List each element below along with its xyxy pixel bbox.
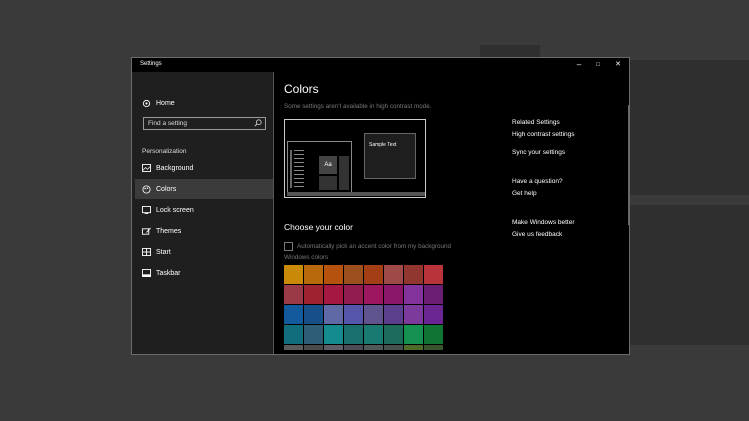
sidebar-item-start[interactable]: Start xyxy=(135,242,273,262)
color-swatch[interactable] xyxy=(384,305,403,324)
preview-sample-window: Sample Text xyxy=(364,133,416,179)
page-title: Colors xyxy=(284,82,319,96)
sidebar-item-home[interactable]: Home xyxy=(135,93,273,113)
sidebar: Home Find a setting Personalization Back… xyxy=(132,72,273,354)
search-input[interactable]: Find a setting xyxy=(143,117,266,130)
color-swatch[interactable] xyxy=(424,305,443,324)
color-swatch[interactable] xyxy=(324,265,343,284)
sidebar-item-background[interactable]: Background xyxy=(135,158,273,178)
color-swatch[interactable] xyxy=(324,285,343,304)
color-swatch[interactable] xyxy=(284,345,303,350)
search-icon xyxy=(254,119,262,131)
close-button[interactable]: ✕ xyxy=(608,58,628,72)
color-swatch[interactable] xyxy=(404,285,423,304)
sidebar-item-label: Start xyxy=(156,248,171,256)
start-icon xyxy=(141,247,151,257)
color-swatch[interactable] xyxy=(404,345,423,350)
color-swatch[interactable] xyxy=(384,345,403,350)
get-help-link[interactable]: Get help xyxy=(512,190,537,197)
sidebar-item-label: Background xyxy=(156,164,194,172)
feedback-heading: Make Windows better xyxy=(512,219,575,226)
desktop-logo-pane xyxy=(630,205,749,345)
brush-icon xyxy=(141,226,151,236)
preview-taskbar xyxy=(287,192,425,196)
color-swatch[interactable] xyxy=(304,325,323,344)
color-swatch[interactable] xyxy=(304,265,323,284)
color-swatch[interactable] xyxy=(364,265,383,284)
color-swatch[interactable] xyxy=(364,305,383,324)
preview-sample-text: Sample Text xyxy=(369,142,397,148)
color-swatch[interactable] xyxy=(344,265,363,284)
sidebar-item-label: Colors xyxy=(156,185,177,193)
sidebar-item-label: Home xyxy=(156,99,175,107)
sidebar-item-taskbar[interactable]: Taskbar xyxy=(135,263,273,283)
sidebar-item-label: Taskbar xyxy=(156,269,181,277)
color-swatch[interactable] xyxy=(284,265,303,284)
sidebar-item-lock-screen[interactable]: Lock screen xyxy=(135,200,273,220)
palette-icon xyxy=(141,184,151,194)
color-preview: Aa Sample Text xyxy=(284,119,426,198)
taskbar-icon xyxy=(141,268,151,278)
color-swatch[interactable] xyxy=(364,325,383,344)
color-swatch[interactable] xyxy=(304,305,323,324)
window-title: Settings xyxy=(140,61,162,67)
sidebar-item-themes[interactable]: Themes xyxy=(135,221,273,241)
color-swatch[interactable] xyxy=(324,305,343,324)
minimize-button[interactable]: – xyxy=(569,58,589,72)
give-feedback-link[interactable]: Give us feedback xyxy=(512,231,562,238)
color-swatch[interactable] xyxy=(284,325,303,344)
windows-colors-label: Windows colors xyxy=(284,254,329,261)
title-bar[interactable]: Settings – □ ✕ xyxy=(132,58,629,72)
high-contrast-link[interactable]: High contrast settings xyxy=(512,131,575,138)
related-settings-heading: Related Settings xyxy=(512,119,560,126)
lock-screen-icon xyxy=(141,205,151,215)
color-swatch[interactable] xyxy=(424,285,443,304)
desktop-logo-pane xyxy=(480,45,540,57)
sidebar-item-label: Themes xyxy=(156,227,182,235)
desktop-logo-pane xyxy=(630,60,749,195)
auto-accent-label: Automatically pick an accent color from … xyxy=(297,243,451,250)
sync-settings-link[interactable]: Sync your settings xyxy=(512,149,565,156)
color-swatch[interactable] xyxy=(384,325,403,344)
color-swatch[interactable] xyxy=(404,325,423,344)
color-swatch[interactable] xyxy=(284,305,303,324)
color-swatch[interactable] xyxy=(384,285,403,304)
sidebar-item-label: Lock screen xyxy=(156,206,194,214)
section-heading: Personalization xyxy=(142,148,187,155)
color-swatch[interactable] xyxy=(324,325,343,344)
choose-color-heading: Choose your color xyxy=(284,222,353,232)
color-swatch[interactable] xyxy=(344,345,363,350)
scrollbar[interactable] xyxy=(628,105,629,225)
preview-start-menu: Aa xyxy=(287,141,352,194)
maximize-button[interactable]: □ xyxy=(588,58,608,72)
color-swatch[interactable] xyxy=(344,305,363,324)
color-swatch[interactable] xyxy=(344,325,363,344)
color-swatch[interactable] xyxy=(304,345,323,350)
contrast-note: Some settings aren't available in high c… xyxy=(284,103,432,110)
auto-accent-checkbox[interactable] xyxy=(284,242,293,251)
color-swatch[interactable] xyxy=(324,345,343,350)
color-swatch[interactable] xyxy=(404,265,423,284)
color-swatch[interactable] xyxy=(424,345,443,350)
sidebar-item-colors[interactable]: Colors xyxy=(135,179,273,199)
image-icon xyxy=(141,163,151,173)
settings-window: Settings – □ ✕ Home Find a setting Perso… xyxy=(131,57,630,355)
question-heading: Have a question? xyxy=(512,178,563,185)
color-swatch[interactable] xyxy=(284,285,303,304)
color-swatch[interactable] xyxy=(364,285,383,304)
color-swatch[interactable] xyxy=(424,325,443,344)
color-swatch[interactable] xyxy=(344,285,363,304)
color-swatch[interactable] xyxy=(384,265,403,284)
color-swatch[interactable] xyxy=(404,305,423,324)
main-pane: Colors Some settings aren't available in… xyxy=(274,72,629,354)
preview-aa: Aa xyxy=(319,156,337,174)
gear-icon xyxy=(141,98,151,108)
search-placeholder: Find a setting xyxy=(148,120,188,127)
color-swatch[interactable] xyxy=(364,345,383,350)
color-swatch[interactable] xyxy=(424,265,443,284)
color-swatch[interactable] xyxy=(304,285,323,304)
